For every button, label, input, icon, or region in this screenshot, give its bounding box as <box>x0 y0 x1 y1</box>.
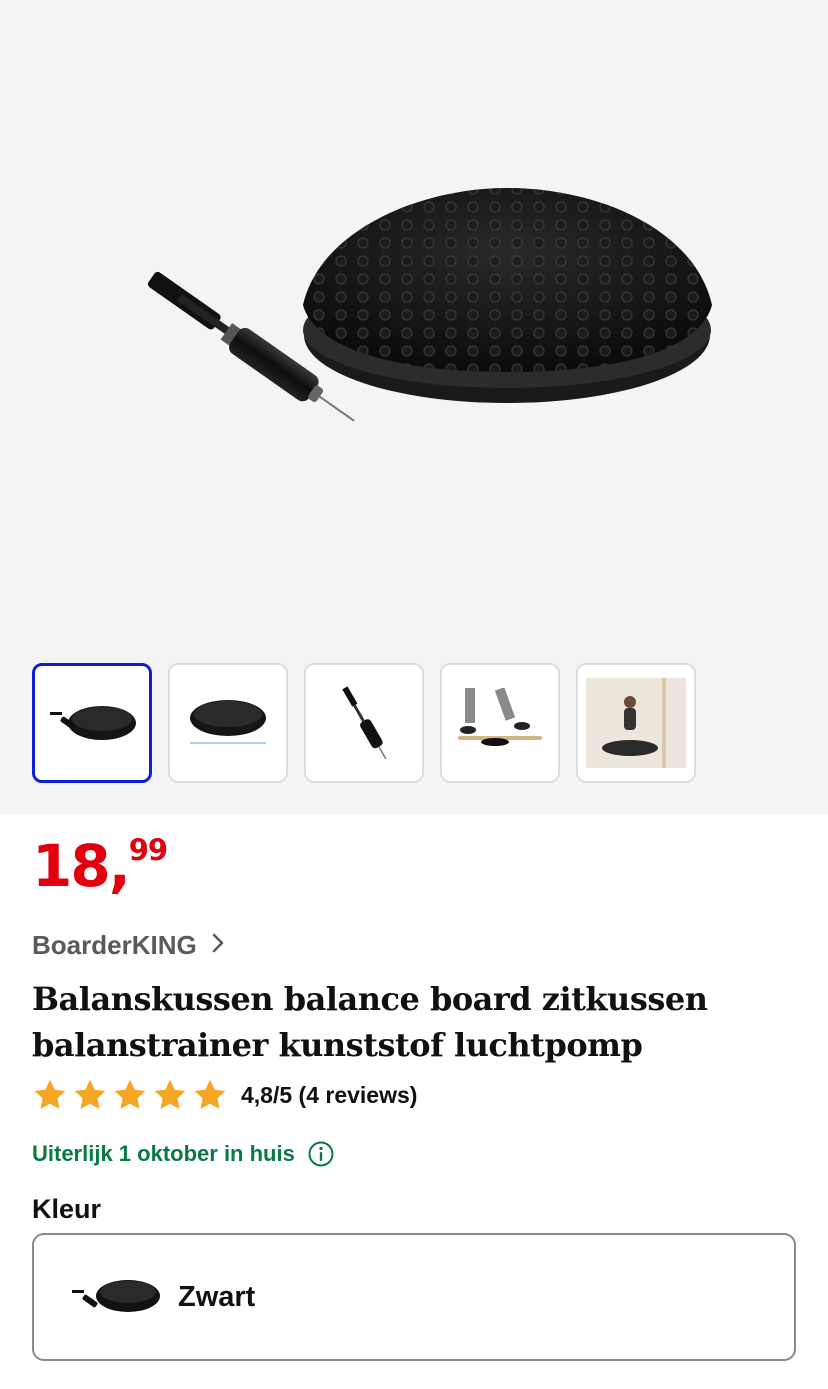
thumbnail-5[interactable] <box>576 663 696 783</box>
thumbnail-1[interactable] <box>32 663 152 783</box>
thumbnail-2[interactable] <box>168 663 288 783</box>
cushion-dimensions-thumbnail-icon <box>190 700 266 744</box>
star-icon <box>114 1079 146 1109</box>
rating[interactable]: 4,8/5 (4 reviews) <box>32 1077 417 1113</box>
star-icon <box>154 1079 186 1109</box>
brand-name: BoarderKING <box>32 930 197 960</box>
delivery-info: Uiterlijk 1 oktober in huis <box>32 1140 335 1168</box>
color-option-label: Zwart <box>178 1280 256 1313</box>
product-details: 18,99 BoarderKING Balanskussen balance b… <box>0 814 828 1389</box>
thumbnail-4[interactable] <box>440 663 560 783</box>
price-main: 18, <box>32 832 131 900</box>
price: 18,99 <box>32 833 168 896</box>
rating-text: 4,8/5 (4 reviews) <box>241 1081 418 1108</box>
star-icon <box>34 1079 66 1109</box>
chevron-right-icon <box>211 930 225 961</box>
star-rating <box>32 1077 232 1113</box>
info-icon[interactable] <box>307 1140 335 1168</box>
price-cents: 99 <box>128 833 168 867</box>
brand-link[interactable]: BoarderKING <box>32 930 225 961</box>
delivery-text: Uiterlijk 1 oktober in huis <box>32 1141 295 1166</box>
product-title: Balanskussen balance board zitkussen bal… <box>32 980 708 1064</box>
color-swatch-image <box>72 1280 160 1312</box>
main-product-image[interactable] <box>0 0 828 640</box>
color-label: Kleur <box>32 1194 102 1224</box>
yoga-woman-thumbnail-icon <box>586 678 686 768</box>
thumbnail-3[interactable] <box>304 663 424 783</box>
cushion-with-pump-thumbnail-icon <box>50 706 136 740</box>
pump-thumbnail-icon <box>342 686 387 760</box>
balance-board-feet-thumbnail-icon <box>458 688 542 746</box>
product-gallery <box>0 0 828 814</box>
color-option-zwart[interactable]: Zwart <box>32 1233 796 1361</box>
star-icon <box>194 1079 226 1109</box>
balance-cushion-with-pump-image <box>147 188 712 422</box>
star-icon <box>74 1079 106 1109</box>
